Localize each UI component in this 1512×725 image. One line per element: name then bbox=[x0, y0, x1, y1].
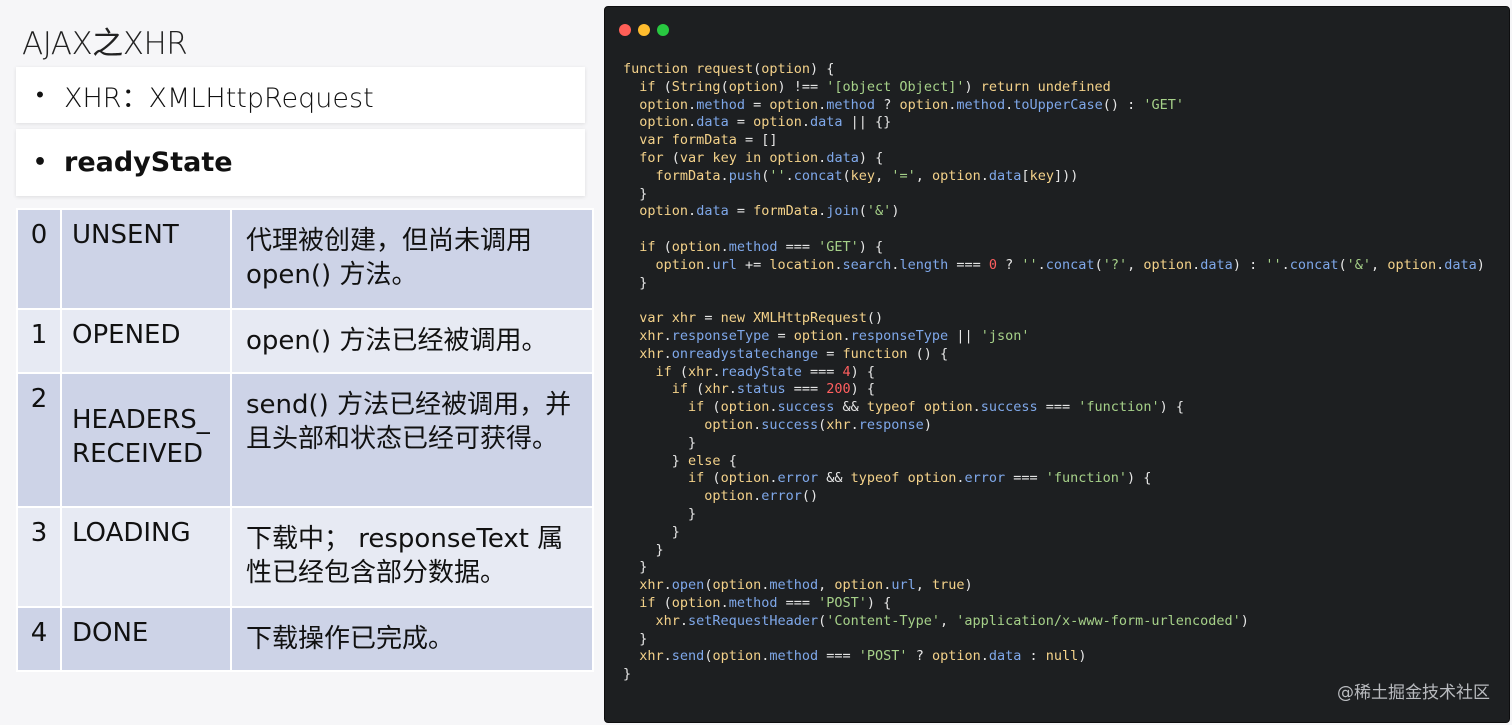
state-description: 代理被创建，但尚未调用open() 方法。 bbox=[230, 208, 594, 310]
code-line: option.error() bbox=[704, 488, 819, 505]
code-line: if (option.error && typeof option.error … bbox=[688, 470, 1152, 487]
table-row: 4 DONE 下载操作已完成。 bbox=[16, 606, 594, 672]
code-line: } bbox=[623, 434, 697, 451]
state-name: LOADING bbox=[60, 506, 232, 608]
state-name: UNSENT bbox=[60, 208, 232, 310]
code-line: } bbox=[623, 505, 697, 522]
code-line: xhr.open(option.method, option.url, true… bbox=[639, 577, 973, 594]
slide-title: AJAX之XHR bbox=[22, 26, 188, 62]
code-line: var xhr = new XMLHttpRequest() bbox=[639, 310, 884, 327]
code-line: xhr.setRequestHeader('Content-Type', 'ap… bbox=[655, 612, 1249, 629]
code-line: } bbox=[623, 559, 648, 576]
state-number: 1 bbox=[16, 308, 62, 374]
code-line: xhr.onreadystatechange = function () { bbox=[639, 345, 949, 362]
bullet-dot-icon: • bbox=[32, 150, 48, 175]
readystate-table: 0 UNSENT 代理被创建，但尚未调用open() 方法。 1 OPENED … bbox=[16, 208, 594, 672]
window-controls bbox=[619, 24, 669, 36]
bullet-xhr: • XHR：XMLHttpRequest bbox=[16, 67, 585, 123]
code-line: if (option.success && typeof option.succ… bbox=[688, 399, 1184, 416]
code-block: function request(option) { if (String(op… bbox=[623, 61, 1503, 684]
table-row: 0 UNSENT 代理被创建，但尚未调用open() 方法。 bbox=[16, 208, 594, 310]
bullet-text: XHR：XMLHttpRequest bbox=[64, 82, 374, 114]
code-line: xhr.send(option.method === 'POST' ? opti… bbox=[639, 648, 1087, 665]
code-line: function request(option) { bbox=[623, 61, 835, 77]
state-name: HEADERS_ RECEIVED bbox=[60, 372, 232, 508]
table-row: 1 OPENED open() 方法已经被调用。 bbox=[16, 308, 594, 374]
table-row: 2 HEADERS_ RECEIVED send() 方法已经被调用，并且头部和… bbox=[16, 372, 594, 508]
code-editor-window: function request(option) { if (String(op… bbox=[604, 6, 1510, 723]
code-line: option.method = option.method ? option.m… bbox=[639, 96, 1184, 113]
minimize-dot-icon[interactable] bbox=[638, 24, 650, 36]
bullet-text: readyState bbox=[64, 147, 233, 178]
code-line: if (xhr.readyState === 4) { bbox=[655, 363, 876, 380]
bullet-readystate: • readyState bbox=[16, 129, 585, 196]
code-line: option.data = formData.join('&') bbox=[639, 203, 900, 220]
code-line: if (xhr.status === 200) { bbox=[671, 381, 876, 398]
state-number: 3 bbox=[16, 506, 62, 608]
code-line: } bbox=[623, 541, 664, 558]
code-line: } bbox=[623, 274, 648, 291]
code-line: if (String(option) !== '[object Object]'… bbox=[639, 78, 1111, 95]
state-number: 2 bbox=[16, 372, 62, 508]
state-number: 4 bbox=[16, 606, 62, 672]
code-line: } bbox=[623, 523, 680, 540]
maximize-dot-icon[interactable] bbox=[657, 24, 669, 36]
close-dot-icon[interactable] bbox=[619, 24, 631, 36]
state-number: 0 bbox=[16, 208, 62, 310]
watermark: @稀土掘金技术社区 bbox=[1337, 683, 1490, 703]
state-name: DONE bbox=[60, 606, 232, 672]
state-description: open() 方法已经被调用。 bbox=[230, 308, 594, 374]
code-line: option.data = option.data || {} bbox=[639, 114, 892, 131]
code-line: formData.push(''.concat(key, '=', option… bbox=[655, 167, 1079, 184]
code-line: } bbox=[623, 630, 648, 647]
table-row: 3 LOADING 下载中； responseText 属性已经包含部分数据。 bbox=[16, 506, 594, 608]
code-line: xhr.responseType = option.responseType |… bbox=[639, 327, 1030, 344]
state-description: send() 方法已经被调用，并且头部和状态已经可获得。 bbox=[230, 372, 594, 508]
state-name: OPENED bbox=[60, 308, 232, 374]
code-line: option.success(xhr.response) bbox=[704, 416, 932, 433]
code-line: } bbox=[623, 185, 648, 202]
code-line: if (option.method === 'POST') { bbox=[639, 594, 892, 611]
state-description: 下载操作已完成。 bbox=[230, 606, 594, 672]
code-line: } else { bbox=[623, 452, 737, 469]
code-line: var formData = [] bbox=[639, 132, 778, 149]
code-line: if (option.method === 'GET') { bbox=[639, 238, 884, 255]
code-line: for (var key in option.data) { bbox=[639, 149, 884, 166]
code-line: option.url += location.search.length ===… bbox=[655, 256, 1485, 273]
state-description: 下载中； responseText 属性已经包含部分数据。 bbox=[230, 506, 594, 608]
bullet-dot-icon: • bbox=[36, 83, 44, 108]
